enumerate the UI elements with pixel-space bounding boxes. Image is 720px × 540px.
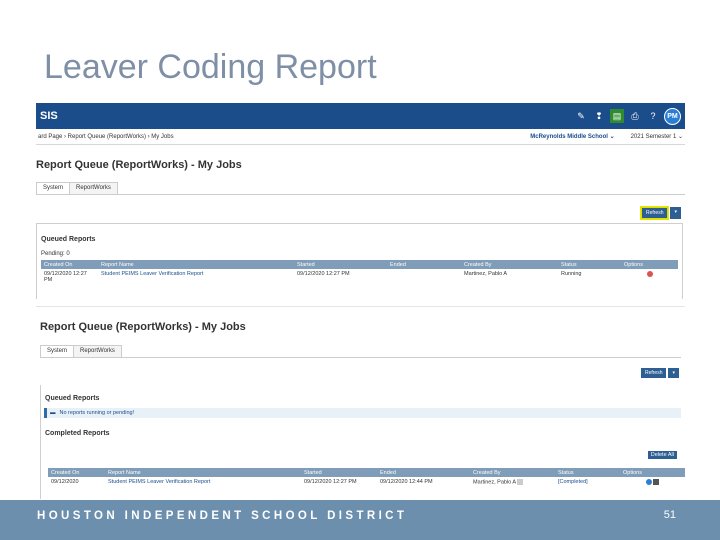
created-on-cell: 09/12/2020	[51, 479, 79, 485]
footer-text: HOUSTON INDEPENDENT SCHOOL DISTRICT	[37, 510, 408, 522]
report-queue-icon[interactable]: ▤	[610, 109, 624, 123]
ended-cell: 09/12/2020 12:44 PM	[380, 479, 433, 485]
started-cell: 09/12/2020 12:27 PM	[297, 271, 350, 277]
top-navbar: SIS ✎ ❢ ▤ ⎙ ? PM	[36, 103, 685, 129]
started-cell: 09/12/2020 12:27 PM	[304, 479, 357, 485]
column-header[interactable]: Options	[621, 260, 678, 269]
app-brand[interactable]: SIS	[40, 110, 58, 122]
column-header[interactable]: Ended	[377, 468, 470, 477]
column-header[interactable]: Started	[294, 260, 387, 269]
column-header[interactable]: Report Name	[105, 468, 301, 477]
school-selector[interactable]: McReynolds Middle School ⌄	[530, 133, 614, 140]
reports-panel: Queued Reports ▬ No reports running or p…	[40, 385, 685, 499]
column-header[interactable]: Options	[620, 468, 685, 477]
toolbar: Refresh ▾	[640, 368, 679, 378]
column-header[interactable]: Created By	[470, 468, 555, 477]
tab-bar: System ReportWorks	[40, 345, 681, 358]
tab-bar: System ReportWorks	[36, 182, 685, 195]
refresh-button[interactable]: Refresh	[639, 206, 670, 220]
completed-reports-table: Created On Report Name Started Ended Cre…	[48, 468, 685, 487]
queued-reports-title: Queued Reports	[41, 236, 96, 243]
tab-reportworks[interactable]: ReportWorks	[73, 345, 122, 357]
page-title: Report Queue (ReportWorks) - My Jobs	[40, 321, 246, 333]
table-header-row: Created On Report Name Started Ended Cre…	[48, 468, 685, 477]
refresh-dropdown-button[interactable]: ▾	[668, 368, 679, 378]
sub-navbar: ard Page › Report Queue (ReportWorks) › …	[36, 129, 685, 145]
slide: Leaver Coding Report SIS ✎ ❢ ▤ ⎙ ? PM ar…	[0, 0, 720, 540]
toolbar: Refresh ▾	[639, 206, 681, 220]
slide-footer: HOUSTON INDEPENDENT SCHOOL DISTRICT 51	[0, 500, 720, 540]
column-header[interactable]: Report Name	[98, 260, 294, 269]
screenshot-completed: Report Queue (ReportWorks) - My Jobs Sys…	[36, 306, 685, 499]
info-icon: ▬	[50, 410, 56, 416]
tab-system[interactable]: System	[36, 182, 71, 194]
status-link[interactable]: [Completed]	[555, 477, 620, 487]
tab-reportworks[interactable]: ReportWorks	[69, 182, 118, 194]
column-header[interactable]: Status	[555, 468, 620, 477]
created-by-text: Martinez, Pablo A	[473, 479, 516, 486]
queued-reports-title: Queued Reports	[45, 395, 100, 402]
table-row: 09/12/2020 Student PEIMS Leaver Verifica…	[48, 477, 685, 487]
info-icon[interactable]	[645, 479, 652, 485]
options-cell	[621, 269, 678, 285]
queued-reports-panel: Queued Reports Pending: 0 Created On Rep…	[36, 223, 683, 299]
column-header[interactable]: Created On	[48, 468, 105, 477]
queued-reports-table: Created On Report Name Started Ended Cre…	[41, 260, 678, 285]
completed-reports-title: Completed Reports	[45, 430, 110, 437]
column-header[interactable]: Started	[301, 468, 377, 477]
column-header[interactable]: Status	[558, 260, 621, 269]
refresh-button[interactable]: Refresh	[640, 368, 667, 378]
avatar[interactable]: PM	[664, 107, 681, 125]
term-selector[interactable]: 2021 Semester 1 ⌄	[631, 133, 683, 140]
cancel-report-icon[interactable]	[646, 271, 653, 277]
created-by-cell: Martinez, Pablo A	[470, 477, 555, 487]
alert-icon[interactable]: ❢	[592, 109, 606, 123]
screenshot-running: SIS ✎ ❢ ▤ ⎙ ? PM ard Page › Report Queue…	[36, 103, 685, 299]
edit-icon[interactable]: ✎	[574, 109, 588, 123]
print-icon[interactable]: ⎙	[628, 109, 642, 123]
table-row: 09/12/2020 12:27 PM Student PEIMS Leaver…	[41, 269, 678, 285]
help-icon[interactable]: ?	[646, 109, 660, 123]
created-on-cell: 09/12/2020 12:27 PM	[44, 271, 87, 283]
user-card-icon[interactable]	[517, 479, 524, 485]
tab-system[interactable]: System	[40, 345, 75, 357]
status-cell: Running	[561, 271, 582, 277]
slide-title: Leaver Coding Report	[44, 48, 377, 86]
ended-cell	[387, 269, 461, 285]
report-name-link[interactable]: Student PEIMS Leaver Verification Report	[98, 269, 294, 285]
options-cell	[620, 477, 685, 487]
no-reports-text: No reports running or pending!	[59, 410, 135, 416]
pending-count: Pending: 0	[41, 251, 70, 257]
delete-all-button[interactable]: Delete All	[647, 451, 677, 459]
refresh-dropdown-button[interactable]: ▾	[670, 207, 681, 219]
report-name-link[interactable]: Student PEIMS Leaver Verification Report	[105, 477, 301, 487]
created-by-cell: Martinez, Pablo A	[464, 271, 508, 277]
navbar-icons: ✎ ❢ ▤ ⎙ ? PM	[574, 107, 681, 125]
column-header[interactable]: Ended	[387, 260, 461, 269]
page-title: Report Queue (ReportWorks) - My Jobs	[36, 159, 242, 171]
table-header-row: Created On Report Name Started Ended Cre…	[41, 260, 678, 269]
trash-icon[interactable]	[653, 479, 660, 485]
no-reports-message: ▬ No reports running or pending!	[44, 408, 681, 418]
column-header[interactable]: Created On	[41, 260, 98, 269]
column-header[interactable]: Created By	[461, 260, 558, 269]
breadcrumb[interactable]: ard Page › Report Queue (ReportWorks) › …	[38, 134, 174, 140]
page-number: 51	[663, 509, 676, 521]
